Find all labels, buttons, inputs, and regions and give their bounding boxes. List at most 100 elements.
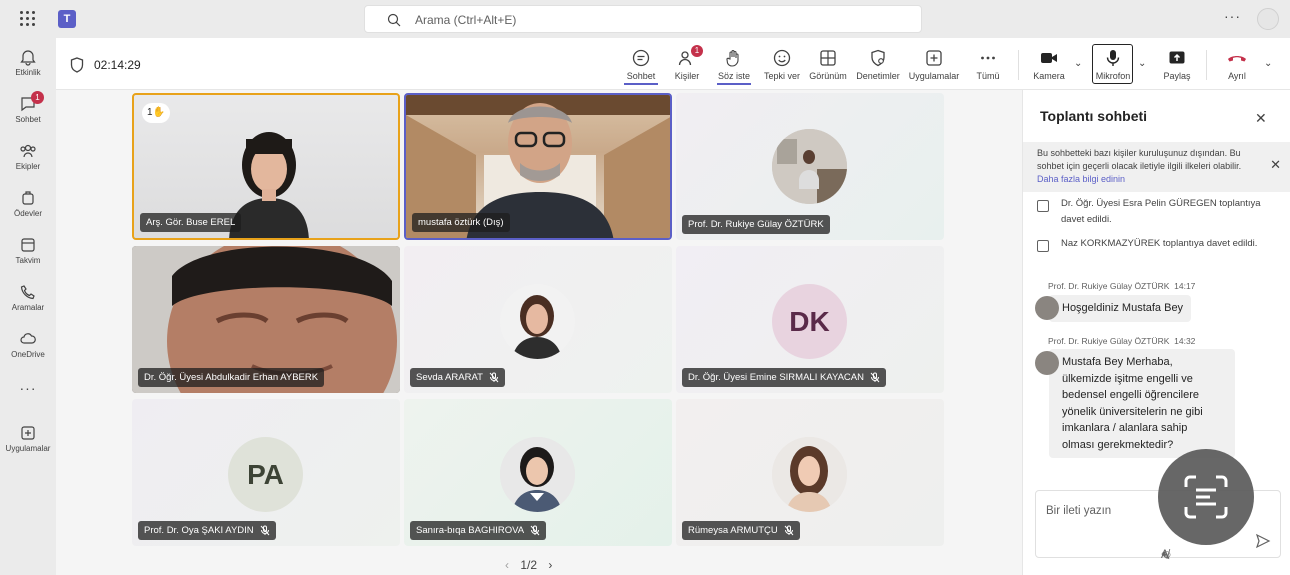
- participant-name: Prof. Dr. Rukiye Gülay ÖZTÜRK: [682, 215, 830, 234]
- mic-button[interactable]: Mikrofon: [1094, 48, 1132, 81]
- participant-name: Sanıra-bıqa BAGHIROVA: [416, 525, 525, 536]
- toolbar-divider: [1206, 50, 1207, 80]
- more-icon: [981, 56, 995, 60]
- banner-text: Bu sohbetteki bazı kişiler kuruluşunuz d…: [1037, 148, 1242, 171]
- participant-initials: DK: [772, 284, 847, 359]
- send-icon[interactable]: [1255, 533, 1271, 549]
- mic-off-icon: [260, 525, 270, 536]
- rail-item-activity[interactable]: Etkinlik: [0, 48, 56, 77]
- participant-name: mustafa öztürk (Dış): [412, 213, 510, 232]
- hang-up-icon: [1228, 56, 1246, 62]
- video-grid: 1✋ Arş. Gör. Buse EREL mustafa öztürk (D…: [132, 93, 946, 550]
- prev-page-chevron-icon[interactable]: ‹: [505, 558, 509, 572]
- message-line: Mustafa Bey Merhaba,: [1062, 356, 1173, 368]
- rail-item-calls[interactable]: Aramalar: [0, 283, 56, 312]
- calendar-icon: [21, 238, 35, 252]
- app-rail: Etkinlik 1 Sohbet Ekipler Ödevler Takvim…: [0, 38, 56, 575]
- participant-tile[interactable]: Dr. Öğr. Üyesi Abdulkadir Erhan AYBERK: [132, 246, 400, 393]
- participant-initials: PA: [228, 437, 303, 512]
- shield-settings-icon: [871, 49, 885, 67]
- rail-item-teams[interactable]: Ekipler: [0, 142, 56, 171]
- app-launcher-icon[interactable]: [20, 11, 36, 27]
- participant-tile[interactable]: Rümeysa ARMUTÇU: [676, 399, 944, 546]
- assignments-icon: [22, 191, 34, 205]
- toolbar-label: Görünüm: [809, 71, 847, 81]
- learn-more-link[interactable]: Daha fazla bilgi edinin: [1037, 174, 1125, 184]
- people-button[interactable]: 1 Kişiler: [673, 45, 703, 81]
- settings-more-icon[interactable]: ···: [1224, 8, 1241, 24]
- rail-label: Etkinlik: [15, 68, 41, 77]
- add-apps-icon: [21, 426, 35, 440]
- external-users-banner: Bu sohbetteki bazı kişiler kuruluşunuz d…: [1023, 142, 1290, 192]
- rail-label: Uygulamalar: [5, 444, 51, 453]
- toolbar-label: Tepki ver: [763, 71, 800, 81]
- participant-tile[interactable]: PA Prof. Dr. Oya ŞAKI AYDIN: [132, 399, 400, 546]
- toolbar-label: Tümü: [976, 71, 1000, 81]
- search-input[interactable]: Arama (Ctrl+Alt+E): [364, 5, 922, 33]
- react-button[interactable]: Tepki ver: [762, 48, 802, 81]
- leave-button[interactable]: Ayrıl: [1222, 48, 1252, 81]
- participant-avatar: [772, 437, 847, 512]
- participant-name-with-mute: Rümeysa ARMUTÇU: [682, 521, 800, 540]
- participant-tile[interactable]: Prof. Dr. Rukiye Gülay ÖZTÜRK: [676, 93, 944, 240]
- rail-item-assignments[interactable]: Ödevler: [0, 189, 56, 218]
- view-button[interactable]: Görünüm: [808, 48, 848, 81]
- rail-item-chat[interactable]: 1 Sohbet: [0, 91, 56, 124]
- controls-button[interactable]: Denetimler: [855, 48, 901, 81]
- dismiss-banner-icon[interactable]: ✕: [1270, 158, 1281, 171]
- message-header: Prof. Dr. Rukiye Gülay ÖZTÜRK 14:17: [1048, 281, 1195, 291]
- rail-label: Aramalar: [11, 303, 45, 312]
- mic-off-icon: [530, 525, 540, 536]
- grid-view-icon: [820, 50, 836, 66]
- participant-tile[interactable]: Sevda ARARAT: [404, 246, 672, 393]
- camera-button[interactable]: Kamera: [1032, 48, 1066, 81]
- toolbar-label: Söz iste: [717, 71, 750, 81]
- leave-options-chevron-icon[interactable]: ⌄: [1264, 58, 1272, 69]
- share-button[interactable]: Paylaş: [1162, 48, 1192, 81]
- apps-button[interactable]: Uygulamalar: [908, 48, 960, 81]
- participant-name-with-mute: Sevda ARARAT: [410, 368, 505, 387]
- screen-scan-button[interactable]: [1158, 449, 1254, 545]
- rail-item-onedrive[interactable]: OneDrive: [0, 330, 56, 359]
- participant-name-with-mute: Prof. Dr. Oya ŞAKI AYDIN: [138, 521, 276, 540]
- chat-message[interactable]: Mustafa Bey Merhaba, ülkemizde işitme en…: [1049, 349, 1235, 458]
- participant-tile[interactable]: 1✋ Arş. Gör. Buse EREL: [132, 93, 400, 240]
- participant-name: Sevda ARARAT: [416, 372, 483, 383]
- profile-avatar[interactable]: [1257, 8, 1279, 30]
- close-icon[interactable]: ✕: [1255, 110, 1267, 127]
- participant-tile[interactable]: Sanıra-bıqa BAGHIROVA: [404, 399, 672, 546]
- message-time: 14:32: [1174, 336, 1196, 346]
- message-time: 14:17: [1174, 281, 1196, 291]
- meeting-timer: 02:14:29: [94, 58, 141, 72]
- participant-tile[interactable]: mustafa öztürk (Dış): [404, 93, 672, 240]
- rail-item-calendar[interactable]: Takvim: [0, 236, 56, 265]
- rail-more-icon[interactable]: ···: [0, 380, 56, 396]
- raise-hand-button[interactable]: Söz iste: [717, 48, 751, 85]
- participant-avatar: [500, 284, 575, 359]
- teams-logo: T: [58, 10, 76, 28]
- chat-message[interactable]: Hoşgeldiniz Mustafa Bey: [1049, 295, 1192, 322]
- mic-off-icon: [489, 372, 499, 383]
- bell-icon: [20, 50, 36, 66]
- more-button[interactable]: Tümü: [974, 48, 1002, 81]
- participant-tile[interactable]: DK Dr. Öğr. Üyesi Emine SIRMALI KAYACAN: [676, 246, 944, 393]
- mic-options-chevron-icon[interactable]: ⌄: [1138, 58, 1146, 69]
- chat-toggle-button[interactable]: Sohbet: [624, 48, 658, 85]
- plus-icon[interactable]: +: [1161, 549, 1168, 561]
- message-line: ülkemizde işitme engelli ve: [1062, 372, 1193, 385]
- emoji-icon: [773, 49, 791, 67]
- sender-avatar: [1035, 296, 1059, 320]
- message-line: imkanlara / alanlara sahip: [1062, 422, 1188, 434]
- next-page-chevron-icon[interactable]: ›: [548, 558, 552, 572]
- microphone-icon: [1106, 50, 1120, 66]
- camera-icon: [1041, 53, 1057, 63]
- camera-options-chevron-icon[interactable]: ⌄: [1074, 58, 1082, 69]
- avatar-photo: [500, 437, 575, 512]
- cloud-icon: [20, 333, 36, 344]
- page-indicator: 1/2: [520, 558, 538, 572]
- toolbar-label: Mikrofon: [1095, 71, 1131, 81]
- rail-item-apps[interactable]: Uygulamalar: [0, 424, 56, 453]
- avatar-photo: [772, 437, 847, 512]
- participant-name-with-mute: Sanıra-bıqa BAGHIROVA: [410, 521, 547, 540]
- toolbar-divider: [1018, 50, 1019, 80]
